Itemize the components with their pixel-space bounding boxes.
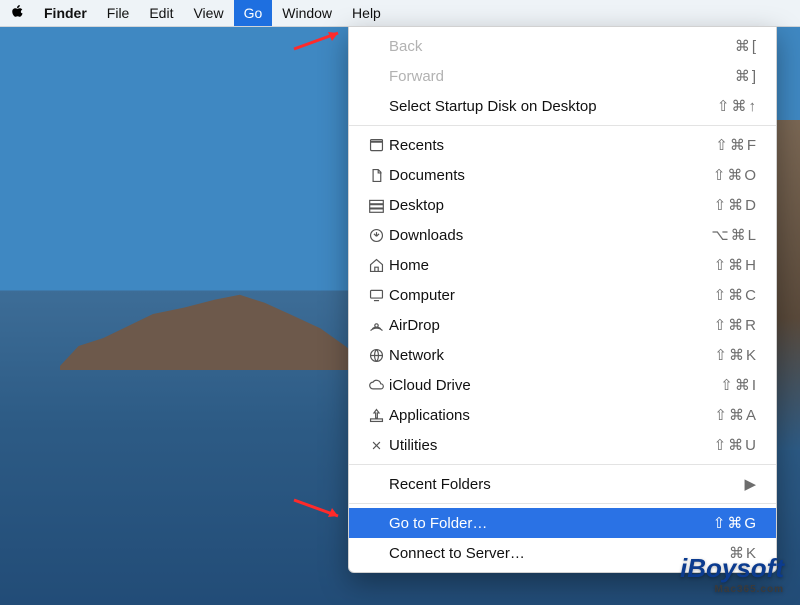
airdrop-icon bbox=[363, 317, 389, 334]
applications-icon bbox=[363, 407, 389, 424]
menu-separator bbox=[349, 125, 776, 126]
icloud-icon bbox=[363, 377, 389, 394]
menu-item-utilities[interactable]: Utilities⇧⌘U bbox=[349, 430, 776, 460]
computer-icon bbox=[363, 287, 389, 304]
menubar-item-help[interactable]: Help bbox=[342, 0, 391, 26]
desktop-icon bbox=[363, 197, 389, 214]
go-menu-dropdown: Back ⌘[ Forward ⌘] Select Startup Disk o… bbox=[348, 26, 777, 573]
menu-item-forward: Forward ⌘] bbox=[349, 61, 776, 91]
menu-item-network[interactable]: Network⇧⌘K bbox=[349, 340, 776, 370]
recents-icon bbox=[363, 137, 389, 154]
island-shape bbox=[60, 290, 370, 370]
documents-icon bbox=[363, 167, 389, 184]
menu-separator bbox=[349, 464, 776, 465]
menu-item-back: Back ⌘[ bbox=[349, 31, 776, 61]
menubar-item-window[interactable]: Window bbox=[272, 0, 342, 26]
menubar-app-name[interactable]: Finder bbox=[34, 0, 97, 26]
menu-item-recent-folders[interactable]: Recent Folders ▶ bbox=[349, 469, 776, 499]
menu-separator bbox=[349, 503, 776, 504]
submenu-arrow-icon: ▶ bbox=[688, 475, 758, 493]
watermark: iBoysoft Mac365.com bbox=[680, 553, 784, 595]
menu-item-go-to-folder[interactable]: Go to Folder… ⇧⌘G bbox=[349, 508, 776, 538]
utilities-icon bbox=[363, 437, 389, 454]
menu-item-documents[interactable]: Documents⇧⌘O bbox=[349, 160, 776, 190]
network-icon bbox=[363, 347, 389, 364]
downloads-icon bbox=[363, 227, 389, 244]
menu-item-desktop[interactable]: Desktop⇧⌘D bbox=[349, 190, 776, 220]
home-icon bbox=[363, 257, 389, 274]
annotation-arrow bbox=[290, 29, 350, 53]
apple-menu[interactable] bbox=[0, 4, 34, 23]
annotation-arrow bbox=[290, 496, 350, 520]
menubar-item-file[interactable]: File bbox=[97, 0, 140, 26]
menu-item-recents[interactable]: Recents⇧⌘F bbox=[349, 130, 776, 160]
menu-item-icloud-drive[interactable]: iCloud Drive⇧⌘I bbox=[349, 370, 776, 400]
menu-item-computer[interactable]: Computer⇧⌘C bbox=[349, 280, 776, 310]
menu-item-select-startup-disk[interactable]: Select Startup Disk on Desktop ⇧⌘↑ bbox=[349, 91, 776, 121]
menubar-item-go[interactable]: Go bbox=[234, 0, 273, 26]
menu-item-home[interactable]: Home⇧⌘H bbox=[349, 250, 776, 280]
menubar: Finder File Edit View Go Window Help bbox=[0, 0, 800, 27]
menu-item-airdrop[interactable]: AirDrop⇧⌘R bbox=[349, 310, 776, 340]
menubar-item-edit[interactable]: Edit bbox=[139, 0, 183, 26]
menubar-item-view[interactable]: View bbox=[183, 0, 233, 26]
menu-item-applications[interactable]: Applications⇧⌘A bbox=[349, 400, 776, 430]
menu-item-downloads[interactable]: Downloads⌥⌘L bbox=[349, 220, 776, 250]
